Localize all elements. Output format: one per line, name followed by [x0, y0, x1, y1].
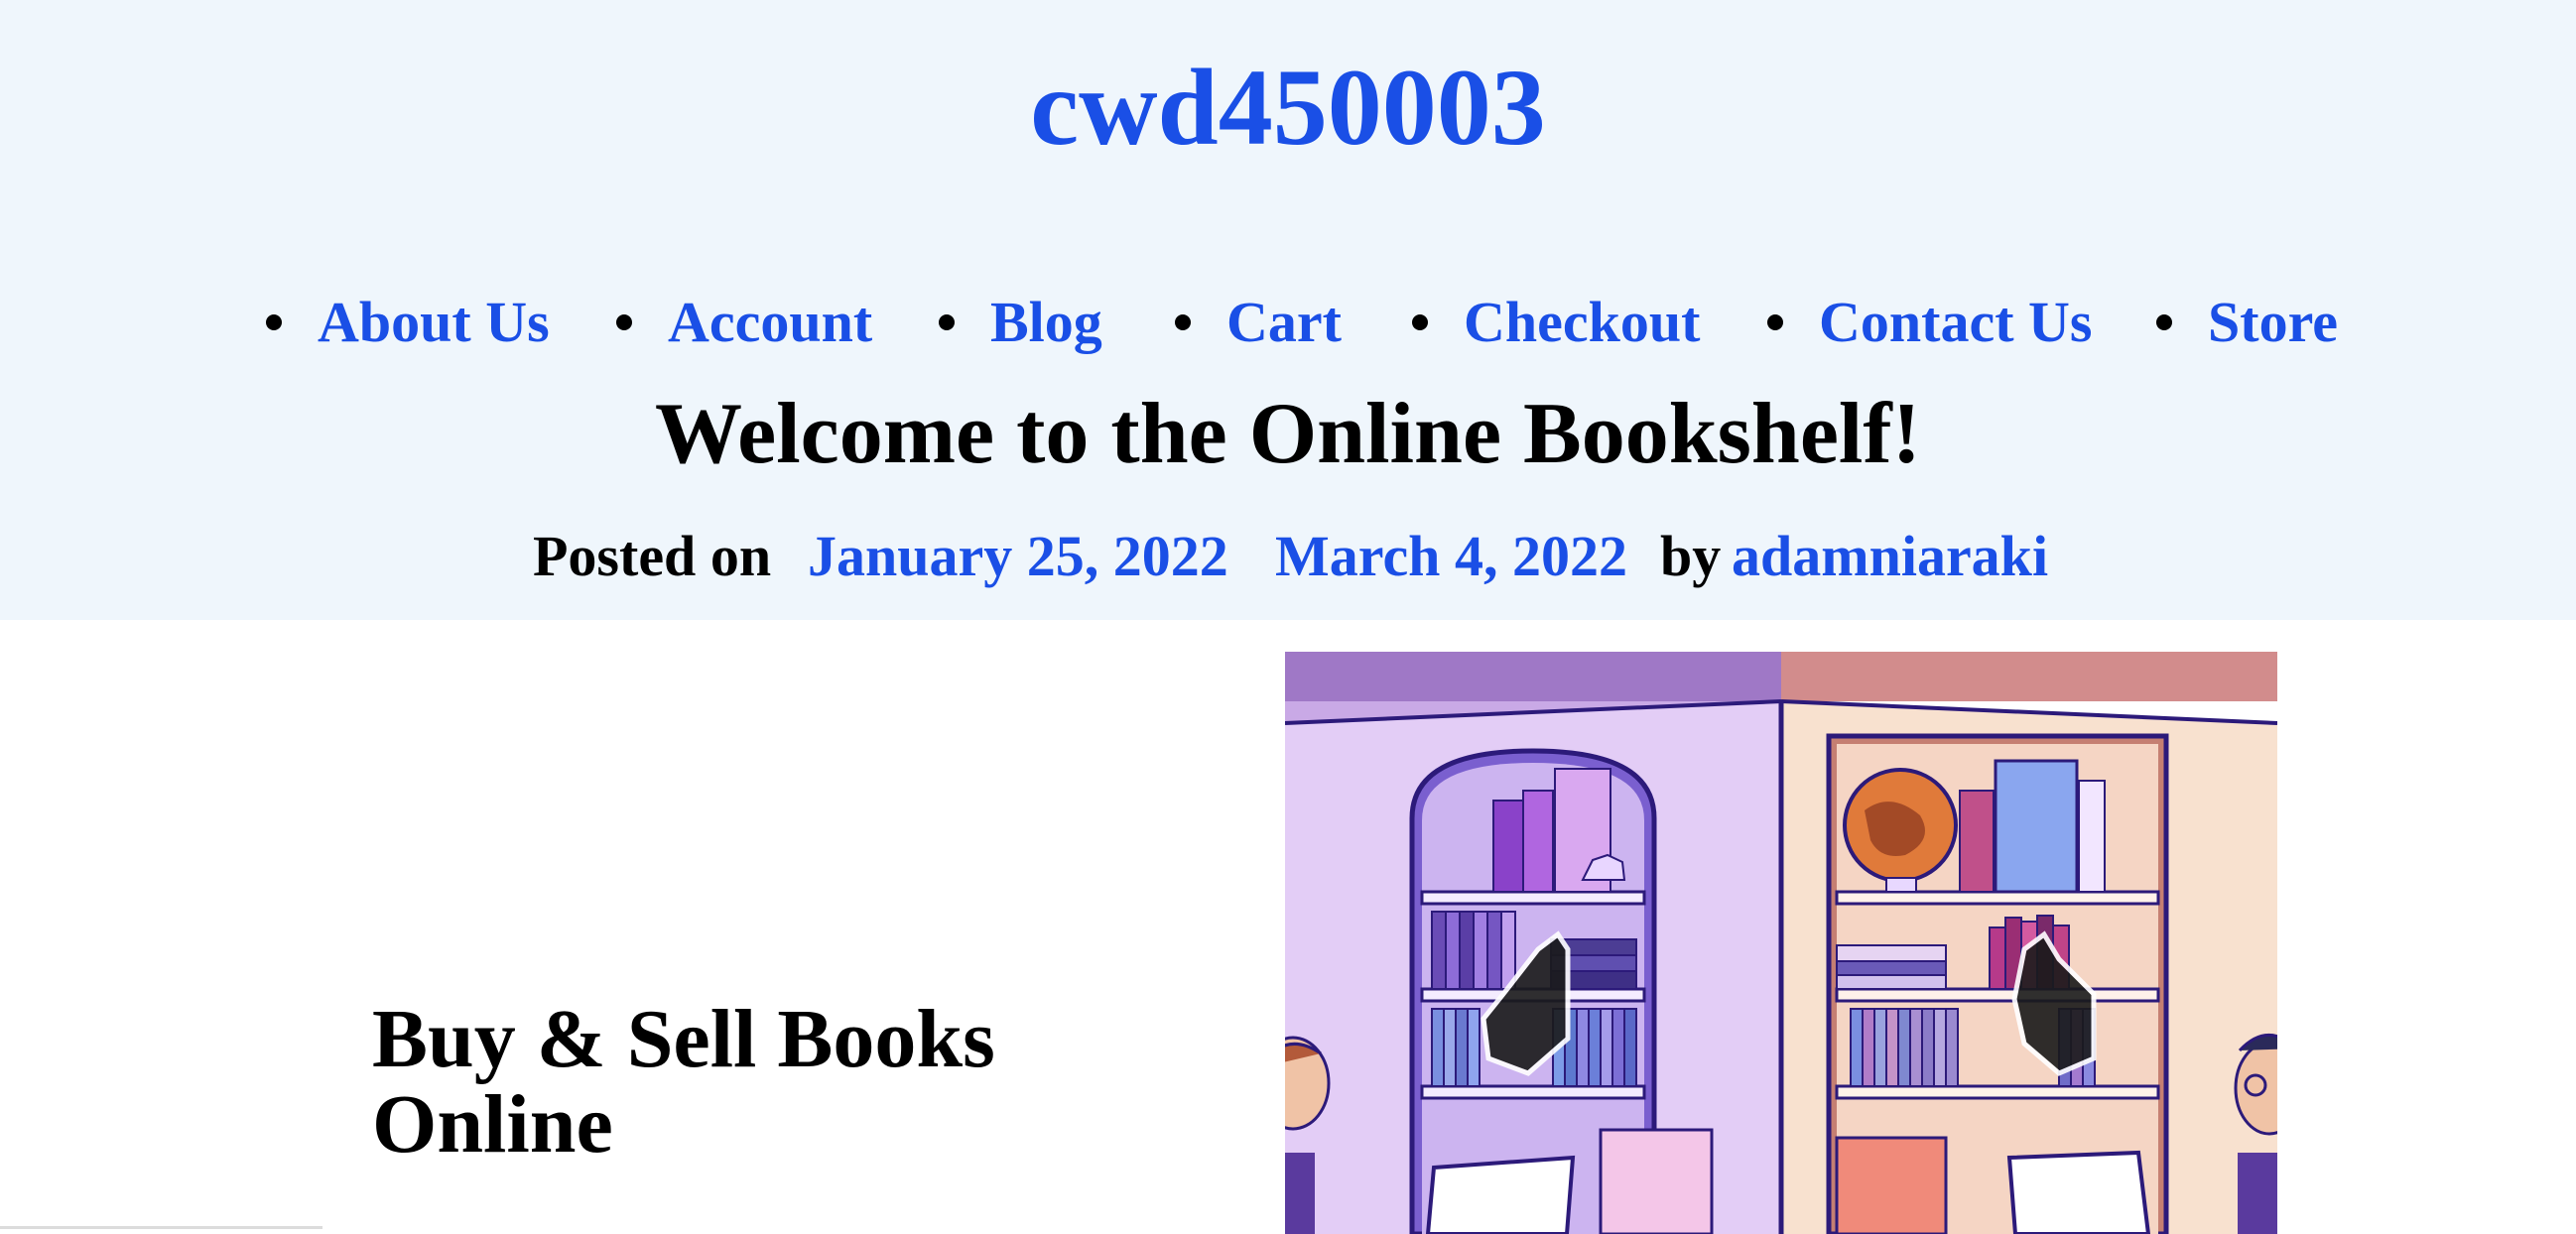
nav-item-checkout: Checkout — [1412, 288, 1700, 357]
author-link[interactable]: adamniaraki — [1732, 524, 2048, 588]
nav-item-about-us: About Us — [266, 288, 550, 357]
nav-item-account: Account — [616, 288, 872, 357]
nav-link-checkout[interactable]: Checkout — [1464, 290, 1700, 354]
nav-item-store: Store — [2156, 288, 2338, 357]
updated-date-link[interactable]: March 4, 2022 — [1275, 524, 1627, 588]
main-navigation: About Us Account Blog Cart Checkout Cont… — [0, 288, 2576, 357]
site-header: cwd450003 About Us Account Blog Cart Che… — [0, 0, 2576, 620]
post-meta: Posted on January 25, 2022 March 4, 2022… — [0, 522, 2576, 591]
nav-item-contact-us: Contact Us — [1767, 288, 2092, 357]
nav-link-store[interactable]: Store — [2208, 290, 2338, 354]
hero-heading-line-2: Online — [372, 1078, 613, 1171]
bullet-icon — [266, 314, 282, 330]
bullet-icon — [1412, 314, 1428, 330]
site-title-link[interactable]: cwd450003 — [1030, 47, 1545, 168]
nav-link-about-us[interactable]: About Us — [318, 290, 550, 354]
by-label: by — [1660, 524, 1722, 588]
bullet-icon — [1767, 314, 1783, 330]
nav-item-blog: Blog — [939, 288, 1102, 357]
hero-image — [1285, 652, 2277, 1234]
post-title: Welcome to the Online Bookshelf! — [655, 386, 1921, 482]
bullet-icon — [2156, 314, 2172, 330]
bullet-icon — [616, 314, 632, 330]
nav-link-cart[interactable]: Cart — [1226, 290, 1342, 354]
bullet-icon — [939, 314, 955, 330]
site-title: cwd450003 — [0, 48, 2576, 167]
bookshelf-illustration-icon — [1285, 652, 2277, 1234]
nav-item-cart: Cart — [1175, 288, 1342, 357]
published-date-link[interactable]: January 25, 2022 — [808, 524, 1228, 588]
hero-heading-line-1: Buy & Sell Books — [372, 993, 995, 1085]
scroll-divider — [0, 1226, 322, 1229]
nav-link-contact-us[interactable]: Contact Us — [1819, 290, 2092, 354]
nav-link-blog[interactable]: Blog — [990, 290, 1102, 354]
bullet-icon — [1175, 314, 1191, 330]
posted-on-label: Posted on — [533, 524, 772, 588]
nav-link-account[interactable]: Account — [668, 290, 872, 354]
hero-heading: Buy & Sell Books Online — [372, 997, 1067, 1168]
